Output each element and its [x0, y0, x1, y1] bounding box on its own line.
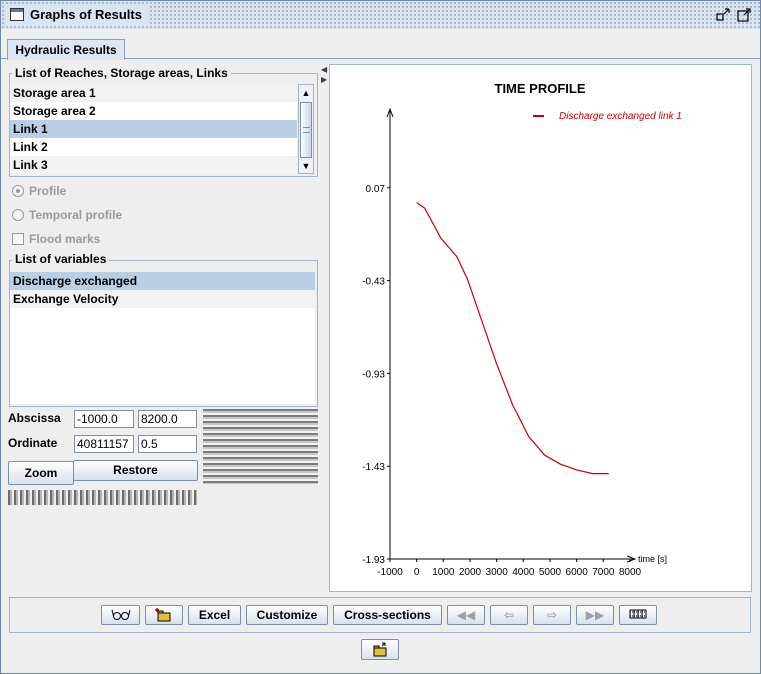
scroll-down-icon[interactable]: ▼: [300, 159, 312, 173]
y-tick-label: -0.43: [362, 277, 385, 288]
maximize-window-icon[interactable]: [736, 7, 752, 23]
chart-panel: TIME PROFILE -1000 0 1000 2000 3000 4000 5000 60…: [329, 64, 752, 592]
x-tick-label: 0: [414, 567, 420, 578]
list-item-selected[interactable]: Discharge exchanged: [10, 272, 315, 290]
x-axis-label: time [s]: [638, 554, 667, 564]
scroll-thumb[interactable]: [300, 102, 312, 158]
x-tick-label: 7000: [592, 567, 615, 578]
progress-pattern: [8, 490, 197, 505]
last-page-icon: ▶▶: [585, 608, 605, 622]
x-tick-label: 6000: [566, 567, 589, 578]
ordinate-min-field[interactable]: 40811157: [74, 435, 134, 453]
previous-icon: ⇦: [503, 608, 515, 622]
animation-button[interactable]: [619, 605, 657, 625]
x-tick-label: 8000: [619, 567, 642, 578]
temporal-profile-radio[interactable]: [12, 209, 24, 221]
color-gradient-swatch: [203, 409, 318, 484]
last-button[interactable]: ▶▶: [576, 605, 614, 625]
panel-splitter[interactable]: ◀ ▶: [320, 66, 328, 591]
next-button[interactable]: ⇨: [533, 605, 571, 625]
previous-button[interactable]: ⇦: [490, 605, 528, 625]
reaches-scrollbar[interactable]: ▲ ▼: [298, 84, 314, 174]
collapse-right-icon[interactable]: ▶: [321, 76, 327, 84]
flood-marks-checkbox-label: Flood marks: [29, 232, 101, 246]
excel-button[interactable]: Excel: [188, 605, 241, 625]
tab-label: Hydraulic Results: [15, 43, 117, 57]
first-button[interactable]: ◀◀: [447, 605, 485, 625]
y-tick-label: -1.43: [362, 462, 385, 473]
open-folder-button[interactable]: [361, 639, 399, 660]
profile-radio-label: Profile: [29, 184, 67, 198]
next-icon: ⇨: [546, 608, 558, 622]
x-tick-label: 4000: [512, 567, 535, 578]
first-page-icon: ◀◀: [456, 608, 476, 622]
folder-open-icon: [373, 642, 387, 657]
restore-button[interactable]: Restore: [73, 460, 198, 481]
view-glasses-button[interactable]: [101, 605, 140, 625]
list-item-selected[interactable]: Link 1: [10, 120, 297, 138]
ordinate-max-field[interactable]: 0.5: [138, 435, 197, 453]
abscissa-label: Abscissa: [8, 411, 61, 425]
y-tick-label: -0.93: [362, 369, 385, 380]
profile-radio[interactable]: [12, 185, 24, 197]
variables-list[interactable]: Discharge exchanged Exchange Velocity: [10, 272, 315, 404]
list-item[interactable]: Storage area 2: [10, 102, 297, 120]
x-tick-label: -1000: [377, 567, 403, 578]
list-item[interactable]: Link 2: [10, 138, 297, 156]
abscissa-min-field[interactable]: -1000.0: [74, 410, 134, 428]
list-item[interactable]: Exchange Velocity: [10, 290, 315, 308]
temporal-profile-radio-label: Temporal profile: [29, 208, 123, 222]
scroll-grip-icon: [303, 127, 310, 133]
customize-button[interactable]: Customize: [246, 605, 328, 625]
x-tick-label: 5000: [539, 567, 562, 578]
chart-title: TIME PROFILE: [495, 81, 586, 96]
list-item[interactable]: Link 3: [10, 156, 297, 174]
zoom-button[interactable]: Zoom: [8, 461, 74, 485]
ordinate-label: Ordinate: [8, 436, 58, 450]
legend-label: Discharge exchanged link 1: [559, 111, 682, 122]
window-app-icon: [10, 8, 24, 21]
y-tick-label: -1.93: [362, 555, 385, 566]
collapse-left-icon[interactable]: ◀: [321, 66, 327, 74]
abscissa-max-field[interactable]: 8200.0: [138, 410, 197, 428]
series-line-discharge-exchanged-link-1: [416, 202, 609, 475]
folder-add-icon: [155, 608, 171, 622]
reaches-group-title: List of Reaches, Storage areas, Links: [12, 66, 231, 81]
x-tick-label: 2000: [459, 567, 482, 578]
minimize-window-icon[interactable]: [715, 7, 731, 23]
window-title-text: Graphs of Results: [30, 7, 142, 22]
flood-marks-checkbox[interactable]: [12, 233, 24, 245]
reaches-list[interactable]: Storage area 1 Storage area 2 Link 1 Lin…: [10, 84, 297, 174]
list-item[interactable]: Storage area 1: [10, 84, 297, 102]
time-profile-chart: TIME PROFILE -1000 0 1000 2000 3000 4000 5000 60…: [362, 81, 682, 578]
film-strip-icon: [629, 609, 647, 619]
scroll-up-icon[interactable]: ▲: [300, 86, 312, 100]
cross-sections-button[interactable]: Cross-sections: [333, 605, 442, 625]
tab-hydraulic-results[interactable]: Hydraulic Results: [7, 39, 125, 60]
glasses-icon: [111, 609, 130, 620]
variables-group-title: List of variables: [12, 252, 110, 267]
x-tick-label: 3000: [486, 567, 509, 578]
add-folder-button[interactable]: [145, 605, 183, 625]
y-tick-label: 0.07: [366, 184, 386, 195]
window-title: Graphs of Results: [6, 5, 148, 25]
x-tick-label: 1000: [432, 567, 455, 578]
